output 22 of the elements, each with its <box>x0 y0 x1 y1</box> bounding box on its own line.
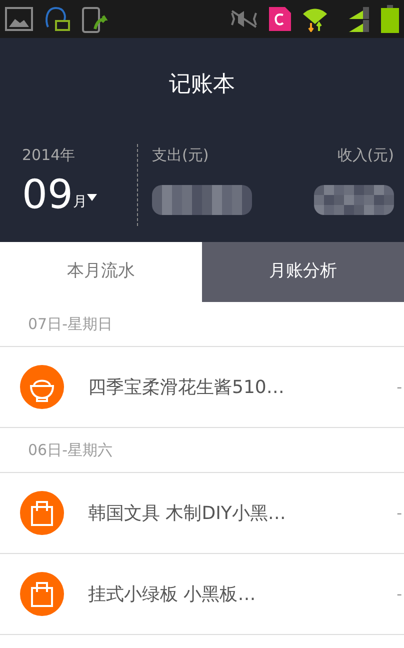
month-picker[interactable]: 09 月 <box>22 174 137 214</box>
bowl-icon <box>30 380 54 402</box>
entry-amount: - <box>396 502 403 524</box>
app-icon <box>269 7 291 31</box>
year-label: 2014年 <box>22 145 76 166</box>
image-icon <box>5 7 33 31</box>
phone-sync-icon <box>81 5 109 33</box>
income-label: 收入(元) <box>337 145 394 166</box>
entry-title: 挂式小绿板 小黑板… <box>88 582 257 606</box>
shopping-bag-icon <box>31 582 53 607</box>
battery-icon <box>381 5 399 33</box>
mute-icon <box>229 8 259 30</box>
entry-amount: - <box>396 376 403 398</box>
dropdown-icon <box>86 194 97 200</box>
wifi-icon <box>301 6 329 32</box>
expense-label: 支出(元) <box>152 145 210 166</box>
app-title: 记账本 <box>169 70 235 98</box>
entry-title: 四季宝柔滑花生酱510… <box>88 376 286 400</box>
entry-amount: - <box>396 584 403 605</box>
shopping-bag-icon <box>31 501 53 526</box>
tab[interactable]: 月账分析 <box>202 242 404 302</box>
entry-title: 韩国文具 木制DIY小黑… <box>88 502 287 526</box>
